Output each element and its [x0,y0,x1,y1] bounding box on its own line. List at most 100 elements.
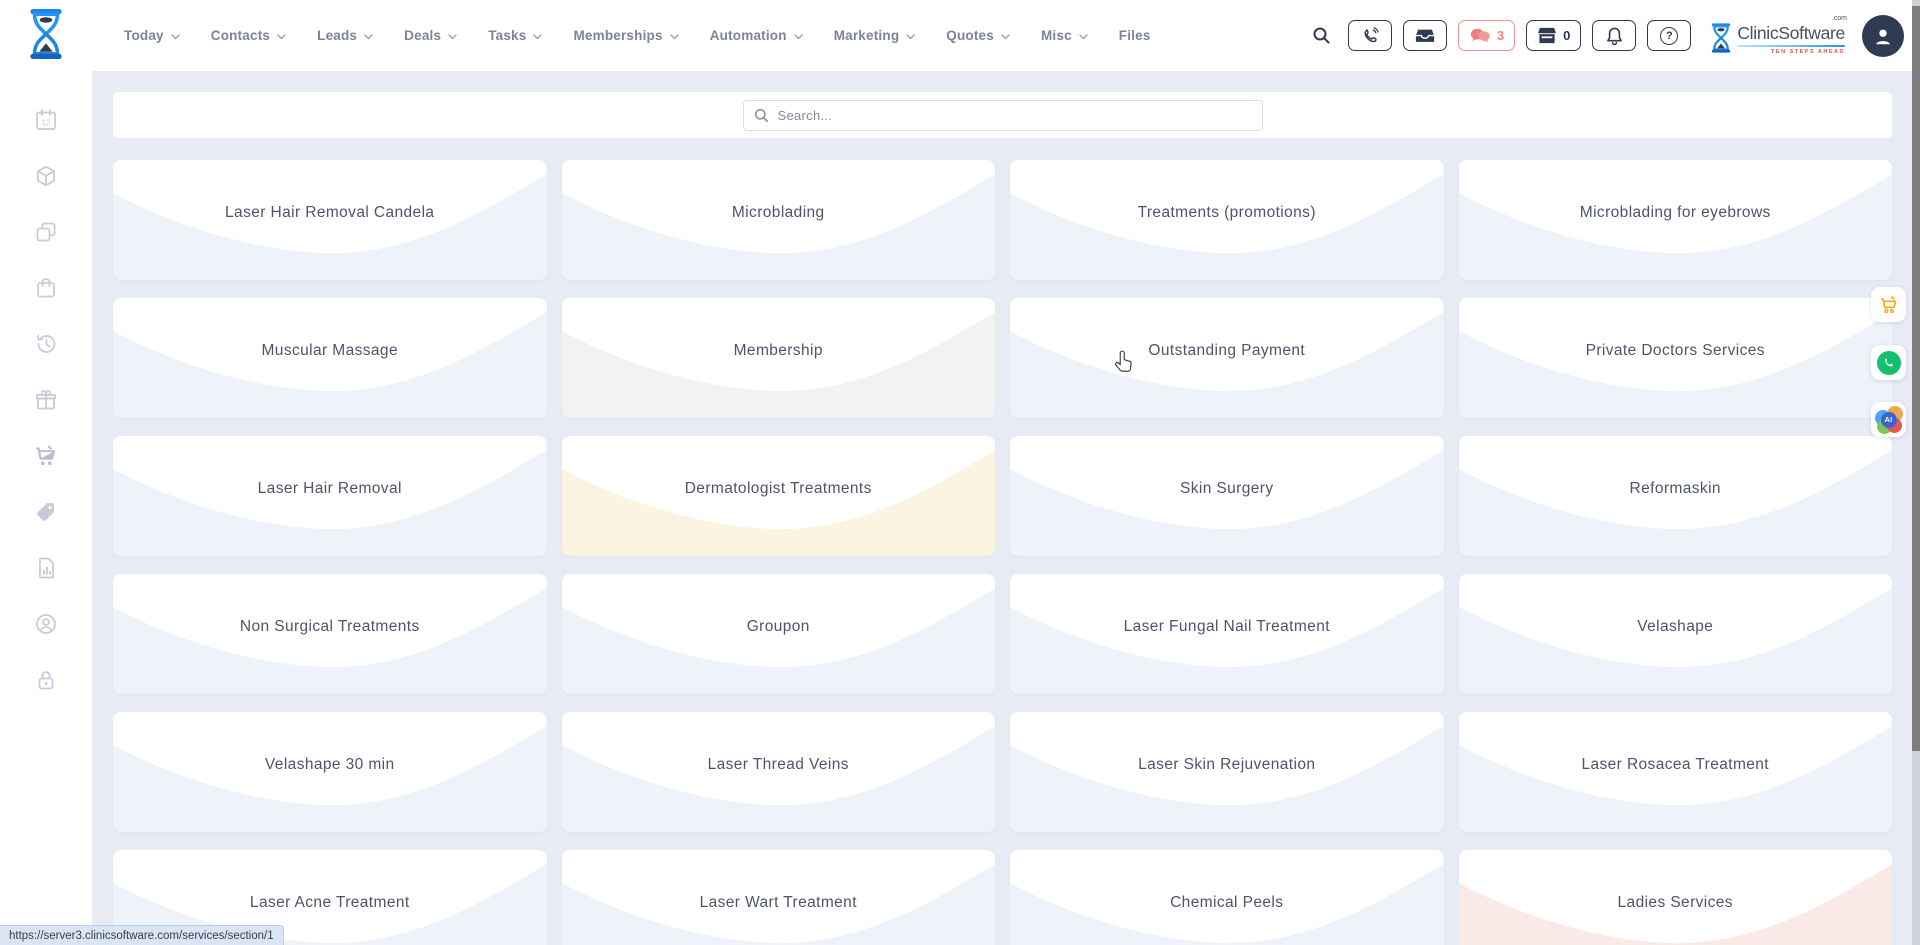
floating-cart-button[interactable] [1871,287,1906,322]
service-card[interactable]: Muscular Massage [113,298,547,418]
nav-label: Files [1119,28,1151,43]
account-icon [34,612,58,636]
service-card[interactable]: Groupon [562,574,996,694]
service-card[interactable]: Laser Skin Rejuvenation [1010,712,1444,832]
lock-icon [34,668,58,692]
inbox-icon [1415,28,1435,44]
service-card[interactable]: Laser Hair Removal [113,436,547,556]
nav-item-quotes[interactable]: Quotes [946,28,1010,43]
sidebar-item-shopping-bag[interactable] [26,275,66,301]
person-icon [1872,25,1894,47]
service-card-label: Microblading for eyebrows [1580,204,1771,236]
ai-icon-label: AI [1881,412,1897,428]
service-card-label: Velashape 30 min [265,756,395,788]
nav-item-tasks[interactable]: Tasks [488,28,542,43]
service-card[interactable]: Laser Rosacea Treatment [1459,712,1893,832]
service-card[interactable]: Dermatologist Treatments [562,436,996,556]
price-tag-icon [34,500,58,524]
nav-item-marketing[interactable]: Marketing [834,28,916,43]
service-card[interactable]: Laser Fungal Nail Treatment [1010,574,1444,694]
brand-tld: .com [1832,15,1847,22]
phone-button[interactable] [1348,20,1392,51]
service-card[interactable]: Laser Hair Removal Candela [113,160,547,280]
content-header [113,92,1892,138]
service-card-label: Laser Wart Treatment [700,894,857,926]
service-card-label: Laser Thread Veins [708,756,849,788]
service-card[interactable]: Laser Thread Veins [562,712,996,832]
hourglass-icon [27,9,65,59]
floating-ai-button[interactable]: AI [1871,402,1906,437]
user-avatar[interactable] [1862,15,1904,57]
page-scrollbar [1912,0,1920,945]
service-card[interactable]: Non Surgical Treatments [113,574,547,694]
nav-label: Marketing [834,28,900,43]
search-icon[interactable] [1312,26,1331,45]
service-card[interactable]: Skin Surgery [1010,436,1444,556]
topbar-actions: 3 0 ? ClinicSoftware.com TEN S [1312,0,1904,71]
service-card[interactable]: Velashape 30 min [113,712,547,832]
service-card-label: Dermatologist Treatments [685,480,872,512]
service-card[interactable]: Membership [562,298,996,418]
chevron-down-icon [448,34,457,40]
shop-icon [1537,27,1557,44]
service-card[interactable]: Laser Wart Treatment [562,850,996,945]
ai-icon: AI [1875,406,1903,434]
report-icon [34,556,58,580]
service-card[interactable]: Microblading for eyebrows [1459,160,1893,280]
sidebar-item-price-tag[interactable] [26,499,66,525]
nav-item-leads[interactable]: Leads [317,28,373,43]
chat-button[interactable]: 3 [1458,20,1515,51]
nav-item-files[interactable]: Files [1119,28,1151,43]
inbox-button[interactable] [1403,20,1447,51]
brand-underline [1737,45,1845,47]
service-card[interactable]: Treatments (promotions) [1010,160,1444,280]
clinicsoftware-logo[interactable]: ClinicSoftware.com TEN STEPS AHEAD [1710,17,1845,55]
sidebar-item-gift[interactable] [26,387,66,413]
scrollbar-thumb[interactable] [1912,6,1920,751]
nav-item-deals[interactable]: Deals [404,28,457,43]
sidebar-item-lock[interactable] [26,667,66,693]
sidebar-item-calendar[interactable]: 12 [26,107,66,133]
service-card-label: Velashape [1637,618,1713,650]
app-logo[interactable] [27,9,65,59]
service-card-label: Laser Hair Removal [258,480,402,512]
register-button[interactable]: 0 [1526,20,1581,51]
notifications-button[interactable] [1592,20,1636,51]
nav-item-contacts[interactable]: Contacts [211,28,286,43]
service-card-label: Private Doctors Services [1586,342,1765,374]
sidebar-item-cart[interactable] [26,443,66,469]
whatsapp-icon [1877,351,1901,375]
cart-icon [33,443,59,469]
chevron-down-icon [1079,34,1088,40]
nav-label: Automation [710,28,787,43]
service-card[interactable]: Reformaskin [1459,436,1893,556]
chat-count-badge: 3 [1497,28,1504,43]
service-card-label: Groupon [747,618,810,650]
sidebar-item-history[interactable] [26,331,66,357]
service-card-label: Microblading [732,204,825,236]
floating-whatsapp-button[interactable] [1871,345,1906,380]
sidebar-item-report[interactable] [26,555,66,581]
sidebar-item-account[interactable] [26,611,66,637]
sidebar-item-duplicate[interactable] [26,219,66,245]
nav-item-misc[interactable]: Misc [1041,28,1088,43]
service-card[interactable]: Microblading [562,160,996,280]
service-card-label: Membership [734,342,823,374]
help-button[interactable]: ? [1647,20,1691,51]
service-card[interactable]: Private Doctors Services [1459,298,1893,418]
service-card[interactable]: Outstanding Payment [1010,298,1444,418]
history-icon [34,332,58,356]
service-card[interactable]: Chemical Peels [1010,850,1444,945]
service-card-label: Chemical Peels [1170,894,1283,926]
chevron-down-icon [670,34,679,40]
service-card[interactable]: Ladies Services [1459,850,1893,945]
nav-item-automation[interactable]: Automation [710,28,803,43]
nav-item-memberships[interactable]: Memberships [573,28,678,43]
chevron-down-icon [1001,34,1010,40]
sidebar-item-package[interactable] [26,163,66,189]
service-card[interactable]: Velashape [1459,574,1893,694]
search-input[interactable] [743,100,1263,131]
chat-bubbles-icon [1469,27,1491,44]
nav-item-today[interactable]: Today [124,28,180,43]
chevron-down-icon [906,34,915,40]
